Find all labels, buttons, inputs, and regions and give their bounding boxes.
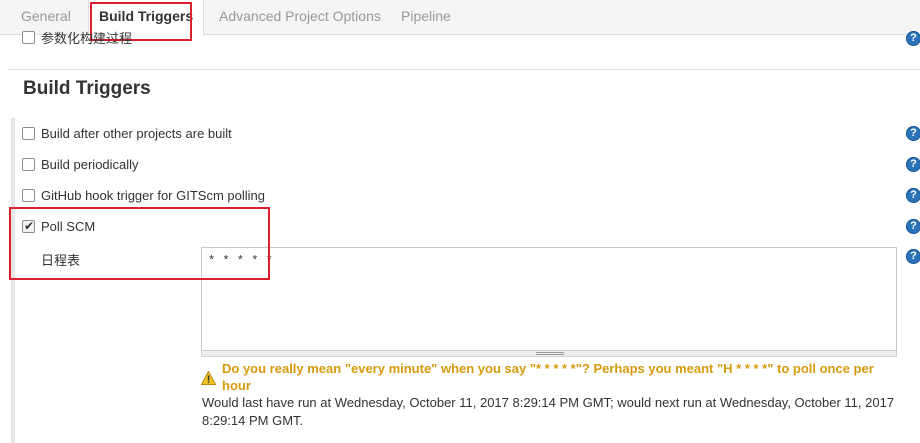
textarea-resize-handle[interactable] bbox=[201, 351, 897, 357]
parameterized-label: 参数化构建过程 bbox=[41, 31, 133, 46]
section-title: Build Triggers bbox=[23, 78, 151, 99]
trigger-row-build-periodically: Build periodically ? bbox=[0, 154, 920, 176]
trigger-checkbox-github-hook[interactable] bbox=[22, 189, 35, 202]
warning-icon bbox=[201, 371, 216, 385]
trigger-label: GitHub hook trigger for GITScm polling bbox=[41, 188, 265, 203]
schedule-textarea[interactable]: * * * * * bbox=[201, 247, 897, 351]
cron-warning-message: Do you really mean "every minute" when y… bbox=[222, 361, 874, 393]
section-divider bbox=[8, 69, 920, 70]
trigger-checkbox-build-periodically[interactable] bbox=[22, 158, 35, 171]
help-icon[interactable]: ? bbox=[906, 188, 920, 203]
trigger-label: Poll SCM bbox=[41, 219, 96, 234]
parameterized-checkbox[interactable] bbox=[22, 31, 35, 44]
help-icon[interactable]: ? bbox=[906, 157, 920, 172]
help-icon[interactable]: ? bbox=[906, 31, 920, 46]
trigger-row-poll-scm: ✔ Poll SCM ? bbox=[0, 216, 920, 238]
help-icon[interactable]: ? bbox=[906, 249, 920, 264]
trigger-checkbox-poll-scm[interactable]: ✔ bbox=[22, 219, 35, 233]
trigger-label: Build after other projects are built bbox=[41, 126, 232, 141]
trigger-row-github-hook: GitHub hook trigger for GITScm polling ? bbox=[0, 185, 920, 207]
help-icon[interactable]: ? bbox=[906, 126, 920, 141]
schedule-label: 日程表 bbox=[41, 253, 81, 268]
schedule-label-row: 日程表 bbox=[0, 250, 200, 272]
trigger-row-after-other-projects: Build after other projects are built ? bbox=[0, 123, 920, 145]
cron-run-info: Would last have run at Wednesday, Octobe… bbox=[202, 395, 895, 428]
option-row-parameterized: 参数化构建过程 ? bbox=[0, 27, 920, 49]
checkmark-icon: ✔ bbox=[24, 219, 35, 233]
trigger-label: Build periodically bbox=[41, 157, 139, 172]
help-icon[interactable]: ? bbox=[906, 219, 920, 234]
trigger-checkbox-after-other-projects[interactable] bbox=[22, 127, 35, 140]
